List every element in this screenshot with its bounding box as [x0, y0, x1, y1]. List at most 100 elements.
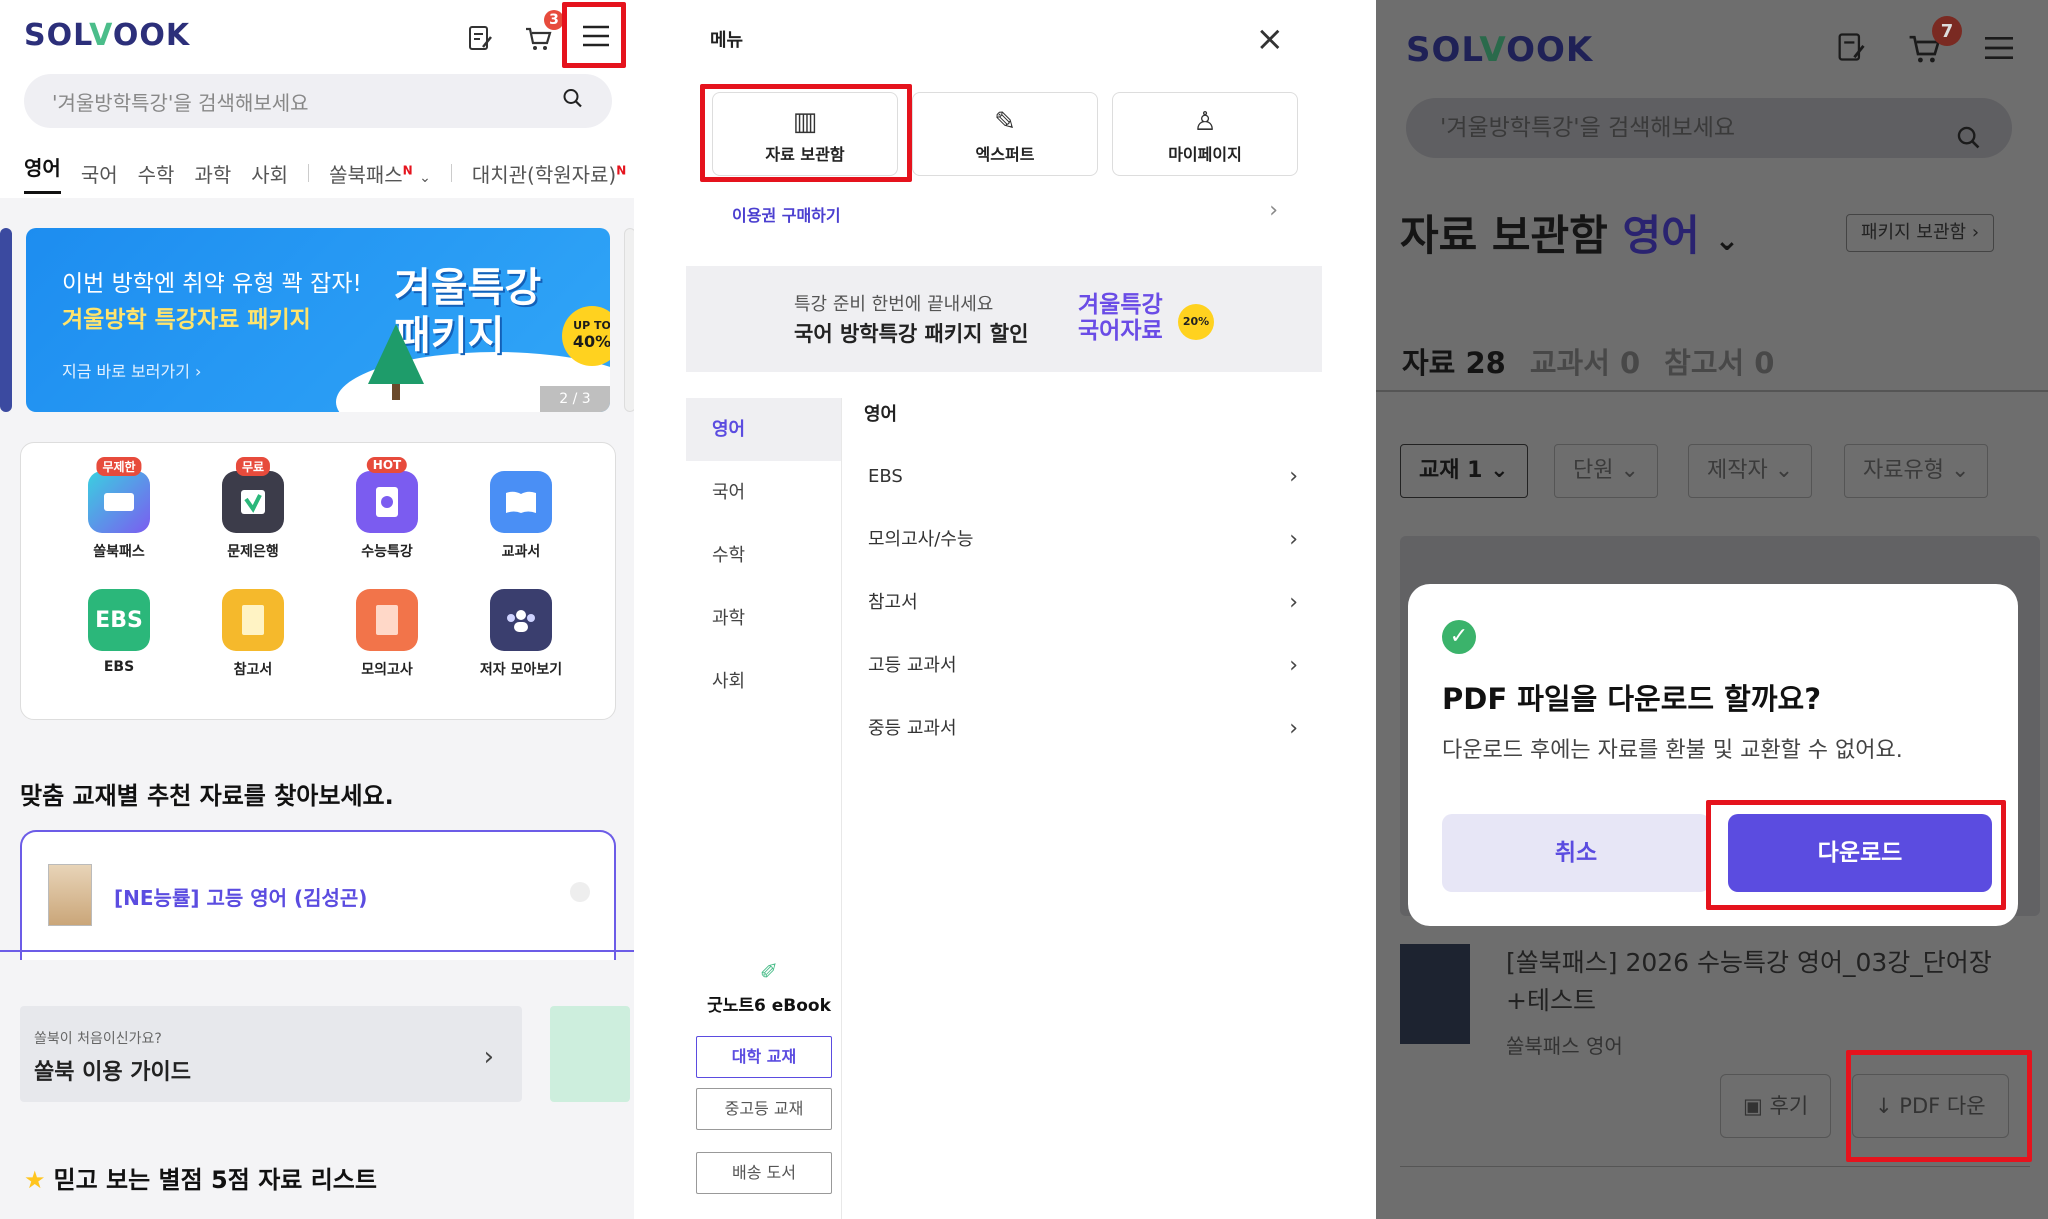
menu-subject-english[interactable]: 영어 — [686, 398, 841, 461]
submenu-item[interactable]: 모의고사/수능 › — [868, 525, 1298, 555]
user-icon: ♙ — [1193, 107, 1217, 137]
tab-divider — [450, 164, 452, 182]
guide-title: 쏠북 이용 가이드 — [34, 1060, 191, 1085]
promo-strip[interactable]: 특강 준비 한번에 끝내세요 국어 방학특강 패키지 할인 겨울특강 국어자료 2… — [686, 266, 1322, 372]
close-icon[interactable]: × — [1256, 22, 1285, 56]
submenu-label: 중등 교과서 — [868, 718, 957, 739]
material-title: [쏠북패스] 2026 수능특강 영어_03강_단어장+테스트 — [1506, 948, 1992, 1015]
download-button[interactable]: 다운로드 — [1728, 814, 1992, 892]
goodnote-title: 굿노트6 eBook — [707, 996, 831, 1016]
menu-subject-science[interactable]: 과학 — [686, 587, 841, 650]
new-badge: N — [616, 162, 627, 177]
category-suneung[interactable]: HOT 수능특강 — [327, 457, 447, 561]
submenu-item[interactable]: 중등 교과서 › — [868, 714, 1298, 744]
guide-subtitle: 쏠북이 처음이신가요? — [34, 1031, 162, 1047]
expert-button[interactable]: ✎ 엑스퍼트 — [912, 92, 1098, 176]
pdf-download-label: PDF 다운 — [1899, 1094, 1986, 1118]
filter-label: 단원 — [1573, 458, 1614, 483]
submenu-item[interactable]: 고등 교과서 › — [868, 651, 1298, 681]
tab-science[interactable]: 과학 — [194, 159, 231, 188]
filter-producer: 제작자 ⌄ — [1688, 444, 1813, 498]
tab-math[interactable]: 수학 — [138, 159, 175, 188]
chevron-right-icon: › — [1289, 590, 1298, 615]
category-label: 참고서 — [233, 662, 273, 678]
category-label: 저자 모아보기 — [479, 662, 563, 678]
chevron-right-icon: › — [1289, 464, 1298, 489]
buy-pass-link[interactable]: 이용권 구매하기 — [732, 202, 841, 226]
tab-materials: 자료 28 — [1402, 346, 1506, 380]
tree-icon — [368, 324, 424, 400]
textbook-selector[interactable]: [NE능률] 고등 영어 (김성곤) — [20, 830, 616, 960]
school-textbook-button[interactable]: 중고등 교재 — [696, 1088, 832, 1130]
archive-icon: ▥ — [792, 107, 818, 137]
hamburger-menu-icon[interactable] — [572, 12, 620, 60]
exam-icon — [356, 589, 418, 651]
chevron-down-icon[interactable] — [570, 882, 590, 902]
promo-brand: 겨울특강 국어자료 — [1078, 292, 1163, 344]
category-authors[interactable]: 저자 모아보기 — [461, 589, 581, 679]
download-confirm-dialog: ✓ PDF 파일을 다운로드 할까요? 다운로드 후에는 자료를 환불 및 교환… — [1408, 584, 2018, 926]
material-subtitle: 쏠북패스 영어 — [1506, 1034, 1623, 1058]
archive-tabs: 자료 28 교과서 0 참고서 0 — [1402, 340, 1774, 382]
category-question-bank[interactable]: 무료 문제은행 — [193, 457, 313, 561]
menu-subject-korean[interactable]: 국어 — [686, 461, 841, 524]
chevron-down-icon: ⌄ — [419, 169, 431, 186]
banner-pager: 2 / 3 — [540, 386, 610, 412]
usage-guide-card[interactable]: 쏠북이 처음이신가요? 쏠북 이용 가이드 › — [20, 1006, 522, 1102]
banner-link[interactable]: 지금 바로 보러가기 › — [62, 358, 201, 382]
category-label: 문제은행 — [227, 544, 279, 560]
tab-academy[interactable]: 대치관(학원자료)N — [472, 159, 626, 188]
tab-korean[interactable]: 국어 — [81, 159, 118, 188]
dialog-description: 다운로드 후에는 자료를 환불 및 교환할 수 없어요. — [1442, 738, 1903, 763]
chevron-right-icon[interactable]: › — [1269, 198, 1278, 223]
search-icon — [1956, 114, 1982, 174]
tab-english[interactable]: 영어 — [24, 152, 61, 194]
search-input[interactable]: '겨울방학특강'을 검색해보세요 — [24, 74, 612, 128]
note-edit-icon[interactable] — [460, 18, 500, 58]
download-icon: ↓ — [1875, 1094, 1893, 1118]
menu-subject-social[interactable]: 사회 — [686, 650, 841, 713]
category-textbook[interactable]: 교과서 — [461, 471, 581, 561]
category-reference[interactable]: 참고서 — [193, 589, 313, 679]
book-thumbnail — [48, 864, 92, 926]
banner-prev-peek[interactable] — [0, 228, 12, 412]
discount-value: 40% — [572, 332, 610, 351]
category-label: EBS — [103, 659, 135, 675]
university-textbook-button[interactable]: 대학 교재 — [696, 1036, 832, 1078]
search-icon[interactable] — [562, 88, 584, 115]
promo-banner[interactable]: 이번 방학엔 취약 유형 꽉 잡자! 겨울방학 특강자료 패키지 지금 바로 보… — [26, 228, 610, 412]
mypage-button[interactable]: ♙ 마이페이지 — [1112, 92, 1298, 176]
archive-heading: 자료 보관함 영어 ⌄ — [1400, 202, 1740, 263]
open-book-icon — [490, 471, 552, 533]
shipping-book-button[interactable]: 배송 도서 — [696, 1152, 832, 1194]
archive-button[interactable]: ▥ 자료 보관함 — [712, 92, 898, 176]
filter-label: 제작자 — [1707, 458, 1768, 483]
category-mock-exam[interactable]: 모의고사 — [327, 589, 447, 679]
review-label: 후기 — [1769, 1094, 1809, 1118]
tab-divider — [308, 164, 310, 182]
subject-tabs: 영어 국어 수학 과학 사회 쏠북패스N ⌄ 대치관(학원자료)N — [24, 152, 626, 194]
category-tag: 무료 — [235, 457, 271, 476]
tab-social[interactable]: 사회 — [251, 159, 288, 188]
promo-discount-badge: 20% — [1178, 304, 1214, 340]
next-card-peek[interactable] — [550, 1006, 630, 1102]
divider-line — [0, 950, 634, 952]
banner-big-line1: 겨울특강 — [394, 265, 542, 311]
category-grid: 무제한 쏠북패스 무료 문제은행 HOT 수능특강 교과서 EBS EBS 참고… — [20, 442, 616, 720]
cancel-button[interactable]: 취소 — [1442, 814, 1710, 892]
menu-subject-math[interactable]: 수학 — [686, 524, 841, 587]
archive-heading-subject: 영어 — [1622, 211, 1700, 260]
submenu-item[interactable]: EBS › — [868, 462, 1298, 492]
archive-screen-dimmed: SOLVOOK 7 '겨울방학특강'을 검색해보세요 자료 보관함 영어 ⌄ 패… — [1376, 0, 2048, 1219]
filter-label: 자료유형 — [1863, 458, 1944, 483]
category-ebs[interactable]: EBS EBS — [59, 589, 179, 675]
tab-solbook-pass[interactable]: 쏠북패스N ⌄ — [329, 159, 431, 188]
solbook-logo[interactable]: SOLVOOK — [24, 18, 190, 53]
search-placeholder: '겨울방학특강'을 검색해보세요 — [1440, 115, 1736, 141]
promo-brand-line2: 국어자료 — [1078, 318, 1163, 344]
submenu-item[interactable]: 참고서 › — [868, 588, 1298, 618]
filter-unit: 단원 ⌄ — [1554, 444, 1658, 498]
fire-book-icon: HOT — [356, 457, 418, 533]
category-solbook-pass[interactable]: 무제한 쏠북패스 — [59, 457, 179, 561]
banner-next-peek[interactable] — [624, 228, 634, 412]
